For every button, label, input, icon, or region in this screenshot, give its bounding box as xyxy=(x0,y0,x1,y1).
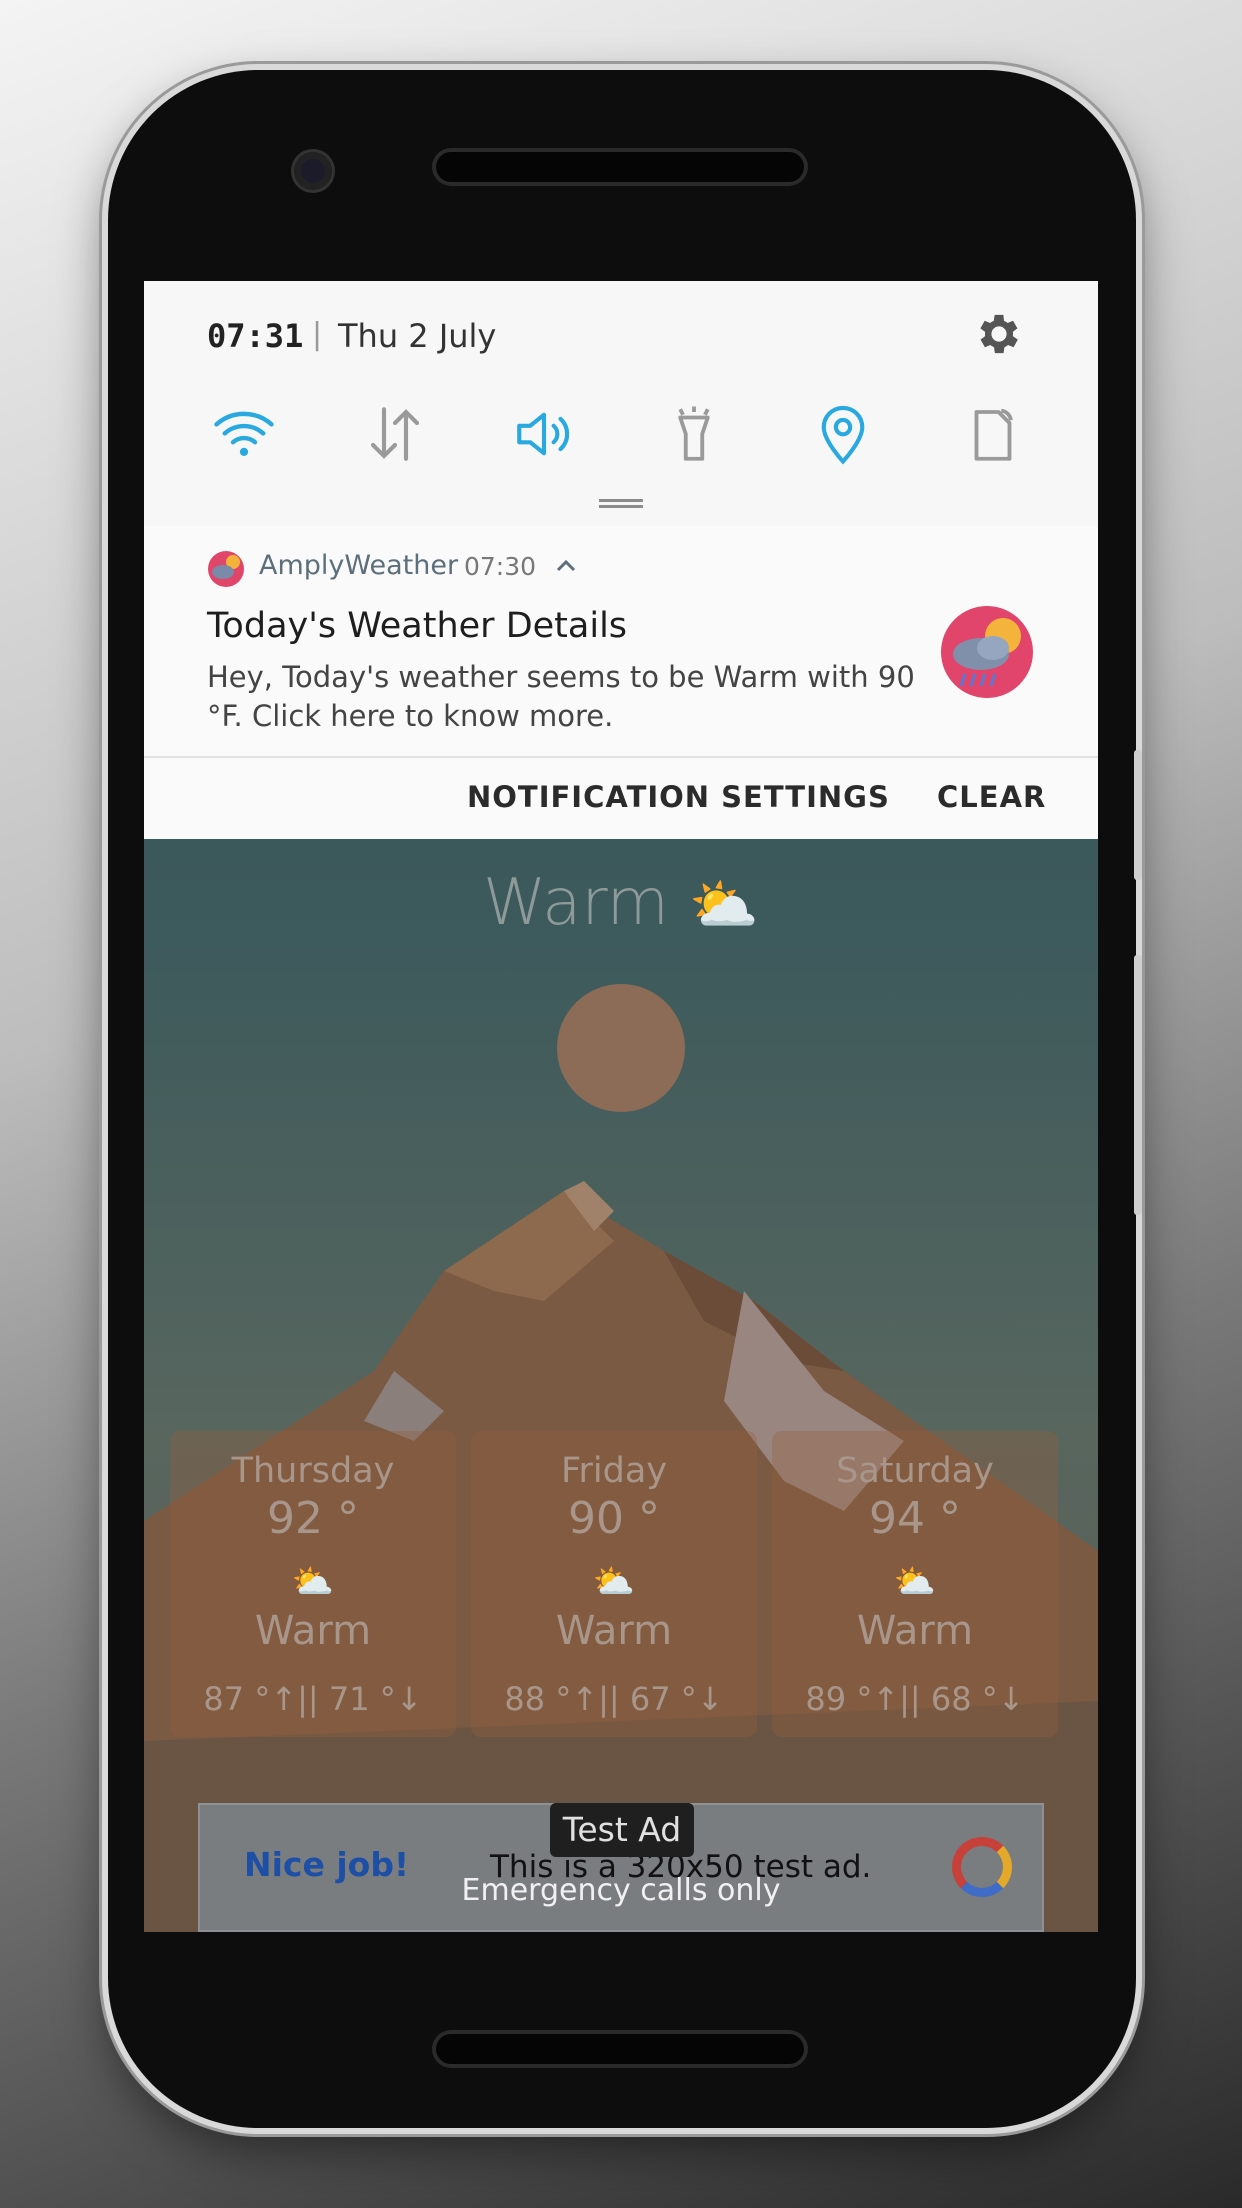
forecast-condition: Warm xyxy=(856,1608,974,1654)
date-separator: | xyxy=(312,317,323,352)
forecast-condition: Warm xyxy=(254,1608,372,1654)
status-clock: 07:31 xyxy=(207,317,304,355)
forecast-card-saturday[interactable]: Saturday 94 ° ⛅ Warm 89 °↑|| 68 °↓ xyxy=(772,1431,1058,1737)
forecast-temp: 94 ° xyxy=(869,1493,961,1544)
emergency-calls-text: Emergency calls only xyxy=(461,1873,781,1908)
current-condition: Warm ⛅ xyxy=(482,866,759,940)
forecast-temp: 90 ° xyxy=(568,1493,660,1544)
bottom-speaker xyxy=(436,2034,804,2064)
shade-drag-handle[interactable] xyxy=(599,499,643,508)
test-ad-badge: Test Ad xyxy=(550,1803,694,1857)
forecast-range: 87 °↑|| 71 °↓ xyxy=(203,1680,423,1718)
front-camera xyxy=(294,152,332,190)
wifi-icon[interactable] xyxy=(211,401,277,467)
earpiece-speaker xyxy=(436,152,804,182)
notification-body: Hey, Today's weather seems to be Warm wi… xyxy=(207,660,915,733)
rainy-sun-weather-icon xyxy=(941,606,1033,698)
screen: Warm ⛅ Thursday 92 ° ⛅ Warm 87 °↑|| 71 °… xyxy=(144,281,1098,1932)
notification-time: 07:30 xyxy=(464,552,537,581)
partly-sunny-icon: ⛅ xyxy=(689,873,759,938)
rotate-icon[interactable] xyxy=(960,401,1026,467)
amplyweather-app-icon xyxy=(208,551,244,587)
forecast-day: Saturday xyxy=(836,1451,994,1491)
forecast-range: 88 °↑|| 67 °↓ xyxy=(504,1680,724,1718)
location-pin-icon[interactable] xyxy=(810,401,876,467)
forecast-condition: Warm xyxy=(555,1608,673,1654)
forecast-range: 89 °↑|| 68 °↓ xyxy=(805,1680,1025,1718)
forecast-card-thursday[interactable]: Thursday 92 ° ⛅ Warm 87 °↑|| 71 °↓ xyxy=(170,1431,456,1737)
notification-card[interactable]: AmplyWeather 07:30 Today's Weather Detai… xyxy=(144,526,1098,758)
volume-button xyxy=(1134,750,1142,880)
notification-title: Today's Weather Details xyxy=(207,606,628,646)
partly-sunny-icon: ⛅ xyxy=(893,1562,937,1602)
data-arrows-icon[interactable] xyxy=(362,401,428,467)
clear-button[interactable]: CLEAR xyxy=(937,780,1046,814)
speaker-icon[interactable] xyxy=(511,401,577,467)
settings-gear-icon[interactable] xyxy=(973,308,1025,360)
status-date[interactable]: Thu 2 July xyxy=(338,317,496,355)
notification-shade: 07:31 | Thu 2 July AmplyWeather 07:30 To… xyxy=(144,281,1098,839)
forecast-day: Friday xyxy=(560,1451,668,1491)
forecast-day: Thursday xyxy=(231,1451,395,1491)
partly-sunny-icon: ⛅ xyxy=(592,1562,636,1602)
notification-settings-button[interactable]: NOTIFICATION SETTINGS xyxy=(467,780,890,814)
sun-graphic xyxy=(557,984,685,1112)
notification-app-name: AmplyWeather xyxy=(259,550,459,581)
forecast-card-friday[interactable]: Friday 90 ° ⛅ Warm 88 °↑|| 67 °↓ xyxy=(471,1431,757,1737)
notification-actions: NOTIFICATION SETTINGS CLEAR xyxy=(144,758,1098,839)
forecast-temp: 92 ° xyxy=(267,1493,359,1544)
chevron-up-icon[interactable] xyxy=(554,554,578,578)
flashlight-icon[interactable] xyxy=(661,401,727,467)
quick-settings-panel: 07:31 | Thu 2 July xyxy=(144,281,1098,528)
power-button xyxy=(1134,955,1142,1215)
partly-sunny-icon: ⛅ xyxy=(291,1562,335,1602)
